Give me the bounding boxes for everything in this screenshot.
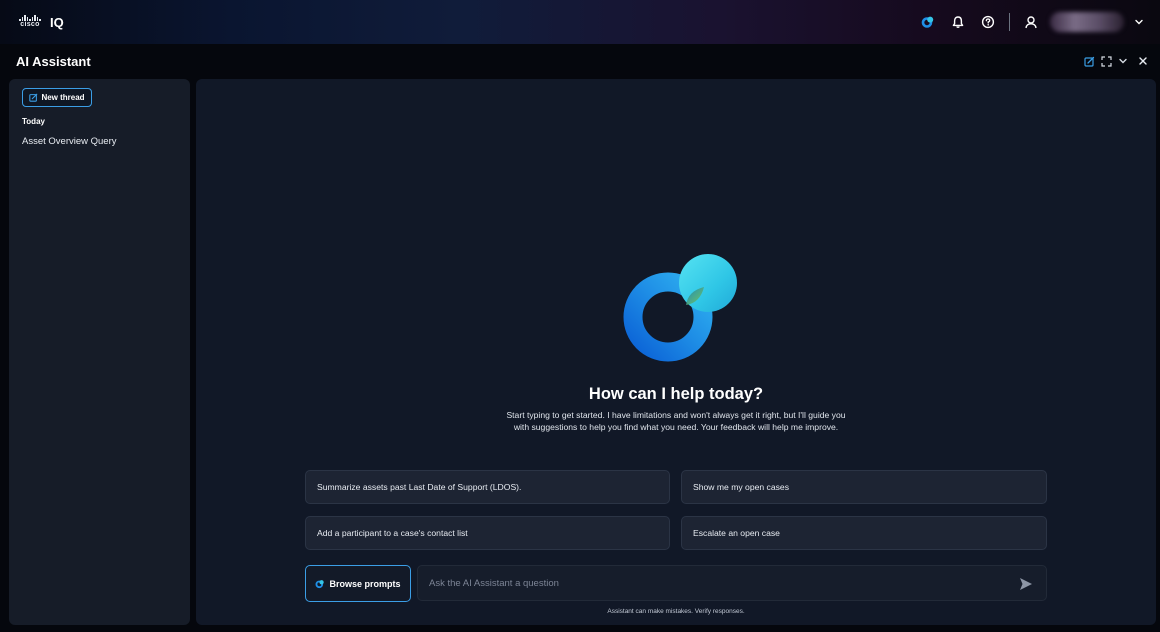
- chat-main-area: How can I help today? Start typing to ge…: [196, 79, 1156, 625]
- new-thread-label: New thread: [41, 93, 85, 102]
- cisco-wordmark: cisco: [20, 21, 40, 28]
- new-thread-icon[interactable]: [1084, 53, 1095, 69]
- suggestion-card-add-participant[interactable]: Add a participant to a case's contact li…: [305, 516, 670, 550]
- browse-prompts-label: Browse prompts: [329, 578, 401, 589]
- suggestion-card-escalate-case[interactable]: Escalate an open case: [681, 516, 1047, 550]
- top-navigation-bar: cisco IQ: [0, 0, 1160, 44]
- cisco-iq-logo[interactable]: cisco IQ: [16, 12, 64, 32]
- browse-prompts-button[interactable]: Browse prompts: [305, 565, 411, 602]
- help-icon[interactable]: [973, 7, 1003, 37]
- thread-sidebar: New thread Today Asset Overview Query: [9, 79, 190, 625]
- ai-assistant-icon: [315, 579, 325, 588]
- ai-assistant-logo-icon: [623, 254, 737, 362]
- chevron-down-icon[interactable]: [1118, 53, 1128, 69]
- send-icon[interactable]: [1018, 576, 1034, 592]
- chevron-down-icon[interactable]: [1124, 17, 1154, 27]
- thread-item-asset-overview-query[interactable]: Asset Overview Query: [22, 136, 117, 147]
- edit-icon: [29, 93, 38, 102]
- user-icon[interactable]: [1016, 7, 1046, 37]
- section-heading-today: Today: [22, 117, 45, 126]
- welcome-subtext: Start typing to get started. I have limi…: [506, 410, 846, 432]
- cisco-logo-icon: cisco: [16, 12, 44, 32]
- ai-assistant-icon[interactable]: [913, 7, 943, 37]
- panel-title: AI Assistant: [16, 53, 91, 69]
- welcome-heading: How can I help today?: [588, 385, 764, 403]
- disclaimer-text: Assistant can make mistakes. Verify resp…: [607, 608, 745, 615]
- app-name: IQ: [50, 14, 64, 30]
- new-thread-button[interactable]: New thread: [22, 88, 92, 107]
- suggestion-card-ldos[interactable]: Summarize assets past Last Date of Suppo…: [305, 470, 670, 504]
- assistant-panel-header: AI Assistant: [0, 44, 1160, 78]
- header-divider: [1009, 13, 1010, 31]
- expand-icon[interactable]: [1101, 53, 1112, 69]
- close-icon[interactable]: [1138, 53, 1148, 69]
- question-input[interactable]: [418, 566, 1008, 600]
- bell-icon[interactable]: [943, 7, 973, 37]
- user-name-redacted[interactable]: [1050, 12, 1124, 32]
- suggestion-card-open-cases[interactable]: Show me my open cases: [681, 470, 1047, 504]
- question-input-container: [417, 565, 1047, 601]
